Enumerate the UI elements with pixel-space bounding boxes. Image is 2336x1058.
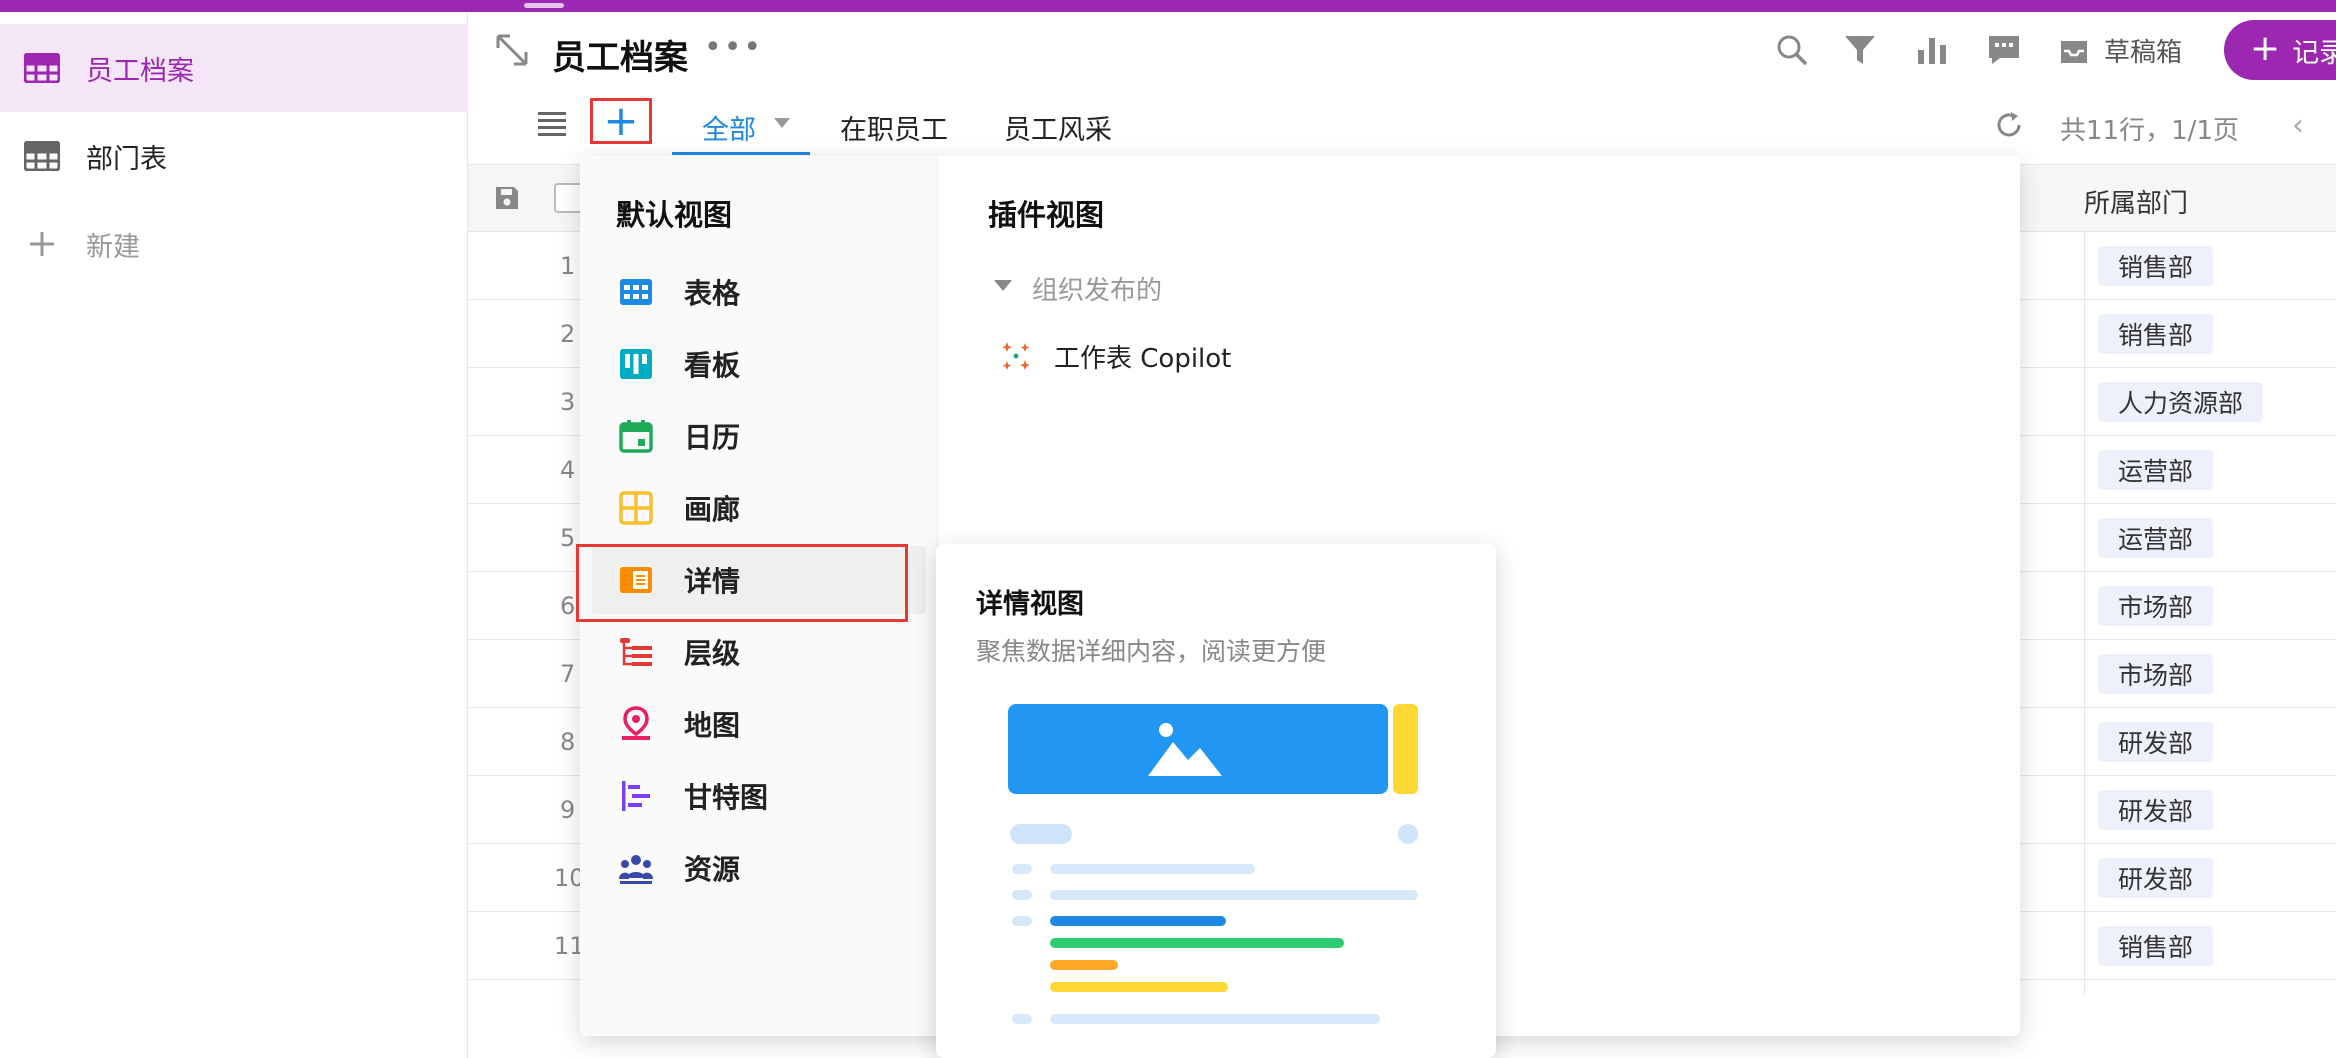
row-number: 1	[560, 252, 576, 280]
add-record-button[interactable]: + 记录	[2224, 20, 2336, 80]
active-tab-indicator	[672, 152, 810, 155]
expand-icon[interactable]	[494, 32, 530, 68]
row-number: 4	[560, 456, 576, 484]
sidebar-item-label: 部门表	[86, 143, 167, 175]
add-view-button[interactable]: +	[590, 98, 652, 144]
view-option-label: 表格	[684, 277, 741, 310]
department-tag: 运营部	[2098, 450, 2214, 490]
caret-down-icon[interactable]	[994, 280, 1012, 291]
row-number: 6	[560, 592, 576, 620]
grid-table-icon	[24, 138, 60, 174]
row-number: 8	[560, 728, 576, 756]
gallery-icon	[619, 491, 653, 525]
column-header-department[interactable]: 所属部门	[2084, 183, 2188, 220]
view-option-label: 资源	[684, 853, 741, 886]
view-option-label: 日历	[684, 421, 741, 454]
resource-icon	[619, 855, 653, 884]
chevron-down-icon[interactable]	[774, 118, 790, 128]
department-tag: 研发部	[2098, 722, 2214, 762]
kanban-icon	[620, 349, 652, 379]
save-icon[interactable]	[494, 185, 520, 211]
filter-icon[interactable]	[1842, 32, 1878, 68]
gantt-icon	[622, 781, 650, 811]
pagination-info: 共11行，1/1页	[2060, 116, 2239, 146]
preview-description: 聚焦数据详细内容，阅读更方便	[976, 637, 1327, 666]
view-option-table[interactable]: 表格	[592, 258, 926, 326]
view-option-label: 画廊	[684, 493, 741, 526]
plus-icon: +	[2250, 27, 2281, 69]
default-views-heading: 默认视图	[616, 198, 733, 232]
refresh-icon[interactable]	[1994, 110, 2024, 140]
record-label: 记录	[2292, 37, 2336, 69]
department-tag: 销售部	[2098, 246, 2214, 286]
plugin-views-heading: 插件视图	[988, 198, 1105, 232]
bar-chart-icon[interactable]	[1914, 32, 1950, 68]
top-accent-bar	[0, 0, 2336, 12]
view-option-label: 看板	[684, 349, 741, 382]
tab-employee-showcase[interactable]: 员工风采	[1004, 108, 1112, 147]
inbox-icon	[2061, 40, 2087, 63]
search-icon[interactable]	[1774, 32, 1810, 68]
row-number: 9	[560, 796, 576, 824]
sidebar-item-departments[interactable]: 部门表	[0, 112, 468, 200]
view-option-calendar[interactable]: 日历	[592, 402, 926, 470]
more-icon[interactable]: •••	[704, 30, 763, 65]
plus-icon: +	[603, 96, 639, 145]
row-number: 5	[560, 524, 576, 552]
plugin-group-label[interactable]: 组织发布的	[1032, 270, 1162, 307]
sidebar: 员工档案 部门表 新建	[0, 12, 468, 1058]
chevron-left-icon[interactable]: ‹	[2292, 108, 2304, 143]
sidebar-item-label: 员工档案	[86, 55, 194, 87]
table-view-icon	[620, 279, 652, 305]
view-option-hierarchy[interactable]: 层级	[592, 618, 926, 686]
view-option-map[interactable]: 地图	[592, 690, 926, 758]
tab-active-employees[interactable]: 在职员工	[840, 108, 948, 147]
view-option-kanban[interactable]: 看板	[592, 330, 926, 398]
grid-table-icon	[24, 50, 60, 86]
view-option-label: 层级	[684, 637, 741, 670]
page-title: 员工档案	[552, 38, 688, 78]
draft-label: 草稿箱	[2104, 38, 2183, 68]
detail-view-preview-card: 详情视图 聚焦数据详细内容，阅读更方便	[936, 544, 1496, 1058]
tab-all[interactable]: 全部	[702, 108, 756, 147]
view-option-label: 甘特图	[684, 781, 769, 814]
sidebar-item-label: 新建	[86, 231, 140, 263]
plugin-view-label: 工作表 Copilot	[1054, 344, 1232, 374]
row-number: 2	[560, 320, 576, 348]
preview-title: 详情视图	[976, 589, 1084, 620]
department-tag: 研发部	[2098, 790, 2214, 830]
row-number: 7	[560, 660, 576, 688]
view-option-resource[interactable]: 资源	[592, 834, 926, 902]
department-tag: 市场部	[2098, 654, 2214, 694]
draft-box-button[interactable]: 草稿箱	[2058, 32, 2182, 69]
view-option-gantt[interactable]: 甘特图	[592, 762, 926, 830]
comment-icon[interactable]	[1986, 32, 2022, 68]
department-tag: 销售部	[2098, 926, 2214, 966]
department-tag: 研发部	[2098, 858, 2214, 898]
detail-view-highlight	[576, 544, 908, 622]
sparkle-icon	[1002, 341, 1030, 370]
sidebar-new-button[interactable]: 新建	[0, 200, 468, 288]
plus-icon	[24, 226, 60, 262]
view-option-label: 地图	[684, 709, 741, 742]
view-option-gallery[interactable]: 画廊	[592, 474, 926, 542]
plugin-view-copilot[interactable]: 工作表 Copilot	[1000, 338, 1231, 375]
department-tag: 运营部	[2098, 518, 2214, 558]
detail-view-illustration	[1008, 704, 1418, 1024]
map-pin-icon	[622, 706, 650, 740]
view-list-icon[interactable]	[536, 108, 568, 140]
top-handle	[524, 3, 564, 8]
row-number: 3	[560, 388, 576, 416]
department-tag: 市场部	[2098, 586, 2214, 626]
calendar-icon	[619, 420, 653, 453]
hierarchy-icon	[620, 638, 652, 666]
department-tag: 人力资源部	[2098, 382, 2264, 422]
sidebar-item-employee-records[interactable]: 员工档案	[0, 24, 468, 112]
department-tag: 销售部	[2098, 314, 2214, 354]
